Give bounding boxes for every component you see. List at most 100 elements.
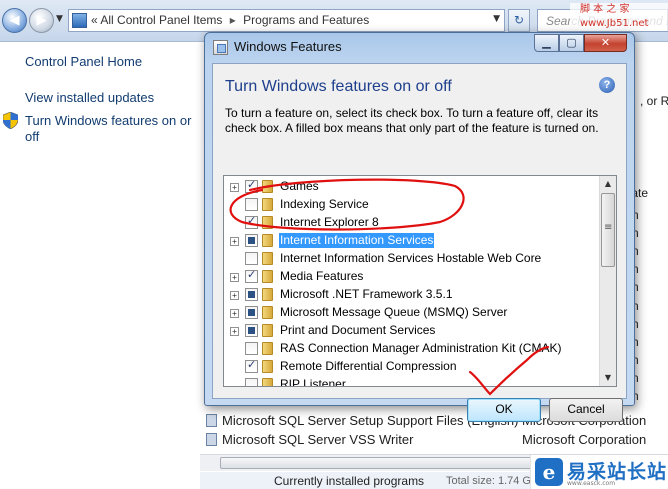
- refresh-button[interactable]: ↻: [508, 9, 530, 32]
- feature-label: Remote Differential Compression: [280, 359, 457, 373]
- control-panel-icon: [72, 13, 87, 28]
- maximize-button[interactable]: ▢: [559, 34, 584, 52]
- windows-features-icon: [213, 40, 228, 55]
- logo-e-icon: e: [535, 458, 563, 486]
- feature-label: Games: [280, 179, 319, 193]
- close-button[interactable]: ✕: [584, 34, 627, 52]
- feature-checkbox[interactable]: [245, 342, 258, 355]
- dialog-heading: Turn Windows features on or off: [225, 78, 452, 95]
- background-text-fragment: , or Re: [640, 94, 668, 108]
- watermark-name: 脚 本 之 家: [580, 4, 630, 15]
- feature-row[interactable]: + Microsoft Message Queue (MSMQ) Server: [224, 304, 600, 322]
- breadcrumb: « All Control Panel Items ▸ Programs and…: [91, 13, 369, 27]
- tree-scrollbar[interactable]: ▲ ▼: [599, 176, 616, 386]
- feature-row[interactable]: + Microsoft .NET Framework 3.5.1: [224, 286, 600, 304]
- windows-features-dialog: Windows Features ▁ ▢ ✕ Turn Windows feat…: [204, 32, 635, 422]
- feature-checkbox[interactable]: [245, 268, 258, 283]
- dialog-title: Windows Features: [234, 39, 342, 54]
- expand-icon[interactable]: +: [230, 309, 239, 318]
- feature-checkbox[interactable]: [245, 358, 258, 373]
- feature-label: Media Features: [280, 269, 364, 283]
- recent-pages-dropdown-icon[interactable]: ▼: [56, 14, 63, 24]
- back-arrow-icon: ◀: [9, 13, 20, 28]
- feature-row[interactable]: Remote Differential Compression: [224, 358, 600, 376]
- feature-row[interactable]: + Media Features: [224, 268, 600, 286]
- feature-checkbox[interactable]: [245, 288, 258, 301]
- feature-checkbox[interactable]: [245, 252, 258, 265]
- feature-checkbox[interactable]: [245, 198, 258, 211]
- view-installed-updates-link[interactable]: View installed updates: [25, 90, 154, 106]
- feature-label: Microsoft .NET Framework 3.5.1: [280, 287, 453, 301]
- folder-icon: [262, 360, 273, 373]
- folder-icon: [262, 180, 273, 193]
- folder-icon: [262, 270, 273, 283]
- folder-icon: [262, 198, 273, 211]
- feature-label: Internet Information Services: [279, 233, 435, 248]
- folder-icon: [262, 252, 273, 265]
- feature-row[interactable]: + Print and Document Services: [224, 322, 600, 340]
- features-tree[interactable]: ▲ ▼ + Games Indexing Service Internet Explo…: [223, 175, 617, 387]
- forward-arrow-icon: ▶: [36, 13, 47, 28]
- breadcrumb-programs-features[interactable]: Programs and Features: [243, 13, 369, 27]
- feature-row[interactable]: Indexing Service: [224, 196, 600, 214]
- installer-icon: [206, 414, 217, 427]
- feature-label: Internet Information Services Hostable W…: [280, 251, 542, 265]
- folder-icon: [262, 234, 273, 247]
- scroll-down-icon[interactable]: ▼: [600, 370, 616, 386]
- scrollbar-thumb[interactable]: [601, 193, 615, 267]
- forward-button[interactable]: ▶: [29, 8, 54, 33]
- breadcrumb-all-items[interactable]: All Control Panel Items: [100, 13, 222, 27]
- feature-checkbox[interactable]: [245, 234, 258, 247]
- uac-shield-icon: [3, 112, 18, 129]
- address-bar[interactable]: « All Control Panel Items ▸ Programs and…: [68, 9, 505, 32]
- feature-label: Indexing Service: [280, 197, 369, 211]
- program-name: Microsoft SQL Server VSS Writer: [222, 432, 414, 447]
- refresh-icon: ↻: [513, 13, 525, 27]
- feature-checkbox[interactable]: [245, 378, 258, 386]
- turn-windows-features-link[interactable]: Turn Windows features on or off: [25, 113, 195, 145]
- scroll-up-icon[interactable]: ▲: [600, 176, 616, 192]
- feature-label: Print and Document Services: [280, 323, 436, 337]
- folder-icon: [262, 378, 273, 386]
- status-size: Total size: 1.74 G: [446, 475, 531, 487]
- feature-checkbox[interactable]: [245, 178, 258, 193]
- feature-label: RAS Connection Manager Administration Ki…: [280, 341, 562, 355]
- list-item[interactable]: Microsoft SQL Server VSS Writer Microsof…: [200, 430, 668, 449]
- minimize-button[interactable]: ▁: [534, 34, 559, 52]
- feature-row[interactable]: Internet Information Services Hostable W…: [224, 250, 600, 268]
- expand-icon[interactable]: +: [230, 327, 239, 336]
- expand-icon[interactable]: +: [230, 237, 239, 246]
- feature-row[interactable]: RIP Listener: [224, 376, 600, 387]
- back-button[interactable]: ◀: [2, 8, 27, 33]
- feature-checkbox[interactable]: [245, 214, 258, 229]
- control-panel-home-link[interactable]: Control Panel Home: [25, 54, 142, 70]
- status-label: Currently installed programs: [274, 474, 425, 488]
- feature-checkbox[interactable]: [245, 306, 258, 319]
- folder-icon: [262, 288, 273, 301]
- dialog-description: To turn a feature on, select its check b…: [225, 106, 599, 135]
- expand-icon[interactable]: +: [230, 291, 239, 300]
- folder-icon: [262, 324, 273, 337]
- breadcrumb-separator-icon[interactable]: ▸: [230, 13, 236, 27]
- ok-button[interactable]: OK: [467, 398, 541, 422]
- expand-icon[interactable]: +: [230, 183, 239, 192]
- folder-icon: [262, 342, 273, 355]
- help-icon[interactable]: ?: [599, 77, 615, 93]
- watermark-url: www.Jb51.net: [580, 18, 649, 29]
- expand-icon[interactable]: +: [230, 273, 239, 282]
- feature-label: Internet Explorer 8: [280, 215, 379, 229]
- feature-row[interactable]: RAS Connection Manager Administration Ki…: [224, 340, 600, 358]
- feature-row[interactable]: + Games: [224, 178, 600, 196]
- feature-row[interactable]: + Internet Information Services: [224, 232, 600, 250]
- site-logo: e 易采站长站 www.easck.com: [530, 455, 668, 489]
- program-publisher: Microsoft Corporation: [522, 432, 647, 447]
- folder-icon: [262, 306, 273, 319]
- cancel-button[interactable]: Cancel: [549, 398, 623, 422]
- address-dropdown-icon[interactable]: ▼: [493, 14, 500, 24]
- left-task-pane: Control Panel Home View installed update…: [0, 43, 200, 489]
- site-watermark: 脚 本 之 家 www.Jb51.net: [570, 3, 668, 31]
- feature-checkbox[interactable]: [245, 324, 258, 337]
- breadcrumb-prefix[interactable]: «: [91, 13, 98, 27]
- feature-label: RIP Listener: [280, 377, 346, 387]
- feature-row[interactable]: Internet Explorer 8: [224, 214, 600, 232]
